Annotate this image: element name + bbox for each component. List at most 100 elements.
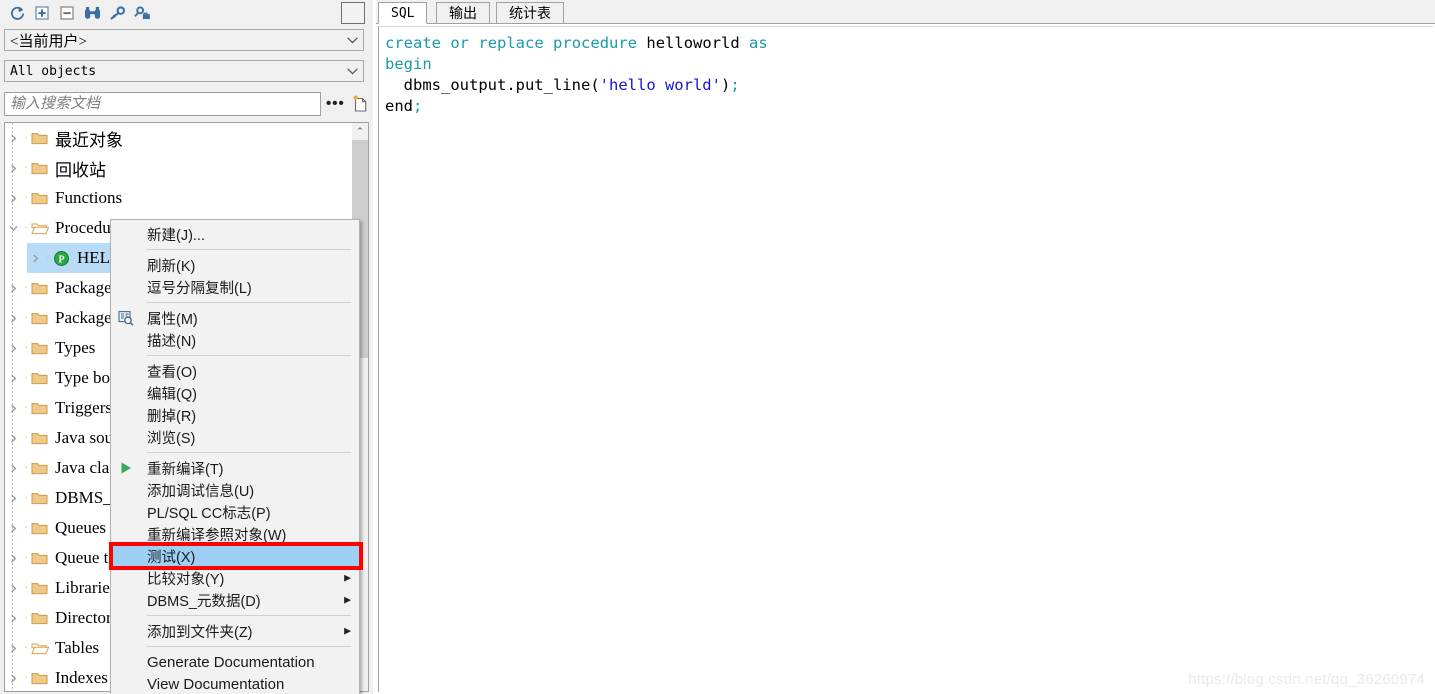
- menu-item-pl-sql-cc标志p[interactable]: PL/SQL CC标志(P): [111, 501, 359, 523]
- tree-node-[interactable]: · 最近对象: [5, 123, 352, 153]
- code-token: begin: [385, 55, 432, 73]
- expand-chevron-icon[interactable]: [5, 363, 21, 393]
- menu-item-添加调试信息u[interactable]: 添加调试信息(U): [111, 479, 359, 501]
- code-token: (: [590, 76, 600, 94]
- expand-chevron-icon[interactable]: [5, 603, 21, 633]
- tab-idx1[interactable]: 输出: [436, 2, 490, 24]
- menu-item-刷新k[interactable]: 刷新(K): [111, 254, 359, 276]
- menu-item-label: 新建(J)...: [147, 227, 205, 244]
- expand-chevron-icon[interactable]: [5, 573, 21, 603]
- expand-chevron-icon[interactable]: [5, 543, 21, 573]
- new-document-icon[interactable]: [350, 94, 370, 114]
- expand-chevron-icon[interactable]: [5, 483, 21, 513]
- menu-item-label: DBMS_元数据(D): [147, 593, 261, 610]
- code-token: helloworld: [646, 34, 740, 52]
- procedure-icon: P: [53, 250, 73, 267]
- code-line: begin: [385, 54, 1433, 75]
- menu-item-新建j[interactable]: 新建(J)...: [111, 223, 359, 245]
- menu-item-添加到文件夹z[interactable]: 添加到文件夹(Z) ▶: [111, 620, 359, 642]
- search-more-button[interactable]: •••: [326, 95, 345, 112]
- collapse-chevron-icon[interactable]: [5, 213, 21, 243]
- menu-item-比较对象y[interactable]: 比较对象(Y) ▶: [111, 567, 359, 589]
- folder-icon: [31, 191, 51, 205]
- collapse-all-icon[interactable]: [58, 4, 76, 22]
- binoculars-find-icon[interactable]: [83, 4, 101, 22]
- menu-item-测试x[interactable]: 测试(X): [109, 542, 363, 570]
- tree-connector: ·: [24, 672, 28, 684]
- sql-code-editor[interactable]: create or replace procedure helloworld a…: [378, 26, 1433, 692]
- menu-separator: [147, 302, 351, 303]
- properties-icon: [118, 310, 134, 326]
- expand-chevron-icon[interactable]: [5, 303, 21, 333]
- current-user-combobox[interactable]: <当前用户>: [4, 29, 364, 51]
- menu-item-删掉r[interactable]: 删掉(R): [111, 404, 359, 426]
- editor-tabstrip: SQL 输出 统计表: [376, 0, 1435, 24]
- tree-node-functions[interactable]: · Functions: [5, 183, 352, 213]
- expand-chevron-icon[interactable]: [5, 123, 21, 153]
- menu-item-查看o[interactable]: 查看(O): [111, 360, 359, 382]
- menu-item-label: 刷新(K): [147, 258, 196, 275]
- refresh-icon[interactable]: [8, 4, 26, 22]
- menu-item-浏览s[interactable]: 浏览(S): [111, 426, 359, 448]
- folder-open-icon: [31, 641, 51, 655]
- key-folder-icon[interactable]: [133, 4, 151, 22]
- expand-chevron-icon[interactable]: [5, 453, 21, 483]
- menu-item-generate-documentation[interactable]: Generate Documentation: [111, 651, 359, 673]
- tree-connector: ·: [46, 252, 50, 264]
- expand-chevron-icon[interactable]: [5, 153, 21, 183]
- tree-node-[interactable]: · 回收站: [5, 153, 352, 183]
- expand-chevron-icon[interactable]: [5, 273, 21, 303]
- scroll-up-arrow-icon[interactable]: ⌃: [352, 123, 368, 140]
- tree-connector: ·: [24, 372, 28, 384]
- tree-connector: ·: [24, 402, 28, 414]
- menu-item-重新编译参照对象w[interactable]: 重新编译参照对象(W): [111, 523, 359, 545]
- code-token: ): [720, 76, 731, 94]
- expand-chevron-icon[interactable]: [5, 183, 21, 213]
- chevron-down-icon[interactable]: [341, 36, 363, 44]
- expand-chevron-icon[interactable]: [5, 663, 21, 691]
- menu-item-编辑q[interactable]: 编辑(Q): [111, 382, 359, 404]
- menu-item-dbms_元数据d[interactable]: DBMS_元数据(D) ▶: [111, 589, 359, 611]
- tab-idx2[interactable]: 统计表: [496, 2, 564, 24]
- menu-item-label: 测试(X): [147, 549, 196, 566]
- context-menu[interactable]: 新建(J)... 刷新(K) 逗号分隔复制(L) 属性(M) 描述(N) 查看(O) 编辑(…: [109, 219, 363, 694]
- menu-item-描述n[interactable]: 描述(N): [111, 329, 359, 351]
- tree-connector: ·: [24, 132, 28, 144]
- expand-chevron-icon[interactable]: [5, 423, 21, 453]
- menu-item-label: Generate Documentation: [147, 653, 315, 671]
- search-input[interactable]: [4, 92, 321, 116]
- code-token: dbms_output.put_line: [385, 76, 591, 94]
- chevron-down-icon[interactable]: [341, 67, 363, 75]
- expand-chevron-icon[interactable]: [27, 243, 43, 273]
- menu-item-view-documentation[interactable]: View Documentation: [111, 673, 359, 694]
- tab-sql[interactable]: SQL: [378, 2, 428, 24]
- menu-separator: [147, 249, 351, 250]
- menu-item-label: 比较对象(Y): [147, 571, 225, 588]
- expand-chevron-icon[interactable]: [5, 333, 21, 363]
- tree-connector: ·: [24, 192, 28, 204]
- tree-connector: ·: [24, 612, 28, 624]
- object-filter-combobox[interactable]: All objects: [4, 60, 364, 82]
- code-token: 'hello world': [599, 76, 721, 94]
- expand-chevron-icon[interactable]: [5, 393, 21, 423]
- submenu-arrow-icon: ▶: [344, 572, 351, 583]
- expand-all-icon[interactable]: [33, 4, 51, 22]
- menu-item-属性m[interactable]: 属性(M): [111, 307, 359, 329]
- menu-item-label: 添加调试信息(U): [147, 483, 255, 500]
- folder-icon: [31, 131, 51, 145]
- tree-connector: ·: [24, 162, 28, 174]
- app-window: <当前用户> All objects •••: [0, 0, 1435, 694]
- folder-open-icon: [31, 221, 51, 235]
- code-token: ;: [413, 97, 423, 115]
- folder-icon: [31, 161, 51, 175]
- blank-toolbar-button[interactable]: [341, 2, 365, 24]
- menu-item-重新编译t[interactable]: 重新编译(T): [111, 457, 359, 479]
- menu-item-逗号分隔复制l[interactable]: 逗号分隔复制(L): [111, 276, 359, 298]
- expand-chevron-icon[interactable]: [5, 513, 21, 543]
- expand-chevron-icon[interactable]: [5, 633, 21, 663]
- tree-connector: ·: [24, 432, 28, 444]
- key-icon[interactable]: [108, 4, 126, 22]
